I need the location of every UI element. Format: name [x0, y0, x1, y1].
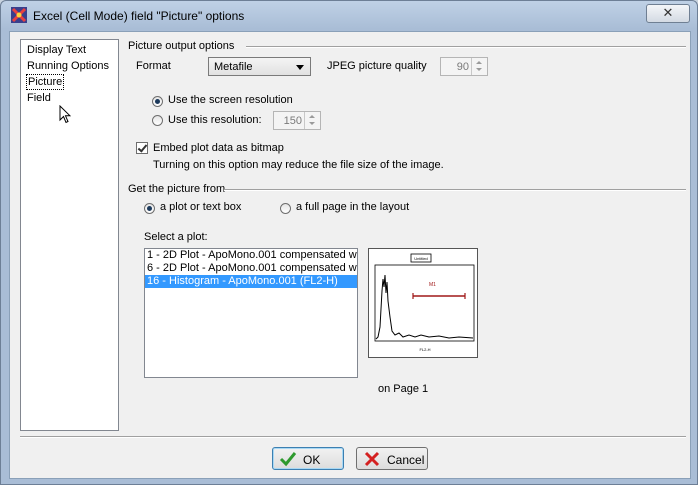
chevron-down-icon [296, 65, 304, 70]
nav-item-running-options[interactable]: Running Options [26, 59, 110, 73]
window-title: Excel (Cell Mode) field "Picture" option… [33, 9, 245, 23]
embed-bitmap-label: Embed plot data as bitmap [153, 142, 284, 154]
screen-resolution-label: Use the screen resolution [168, 94, 293, 106]
list-item[interactable]: 16 - Histogram - ApoMono.001 (FL2-H) [145, 275, 357, 288]
this-resolution-label: Use this resolution: [168, 114, 262, 126]
select-plot-label: Select a plot: [144, 231, 208, 243]
full-page-label: a full page in the layout [296, 201, 410, 213]
cancel-label: Cancel [387, 453, 425, 467]
jpeg-quality-stepper[interactable]: 90 [440, 57, 488, 76]
cancel-button[interactable]: Cancel [356, 447, 428, 470]
resolution-value: 150 [283, 115, 302, 127]
full-page-radio[interactable] [280, 203, 291, 214]
spin-down-icon[interactable] [476, 68, 482, 71]
resolution-stepper[interactable]: 150 [273, 111, 321, 130]
spin-up-icon[interactable] [309, 115, 315, 118]
plot-list[interactable]: 1 - 2D Plot - ApoMono.001 compensated wi… [144, 248, 358, 378]
app-icon [11, 7, 27, 23]
picture-source-group-title: Get the picture from [128, 183, 226, 195]
format-select[interactable]: Metafile [208, 57, 311, 76]
spin-down-icon[interactable] [309, 122, 315, 125]
this-resolution-radio[interactable] [152, 115, 163, 126]
list-item[interactable]: 6 - 2D Plot - ApoMono.001 compensated wi [145, 262, 357, 275]
jpeg-quality-spin-buttons[interactable] [471, 58, 487, 75]
screen-resolution-radio[interactable] [152, 96, 163, 107]
picture-output-group-title: Picture output options [128, 40, 235, 52]
check-icon [279, 452, 297, 467]
plot-or-textbox-radio[interactable] [144, 203, 155, 214]
group-divider [246, 46, 686, 48]
dialog-window: Excel (Cell Mode) field "Picture" option… [0, 0, 698, 485]
embed-bitmap-note: Turning on this option may reduce the fi… [153, 159, 444, 171]
nav-item-picture[interactable]: Picture [26, 74, 65, 90]
preview-plot-frame [374, 264, 475, 342]
page-caption: on Page 1 [378, 383, 429, 395]
gate-label: M1 [429, 282, 436, 288]
close-icon: ✕ [662, 5, 674, 20]
preview-header: Untitled [414, 256, 428, 261]
format-label: Format [136, 60, 171, 72]
footer-divider [20, 436, 686, 438]
resolution-spin-buttons[interactable] [304, 112, 320, 129]
jpeg-quality-value: 90 [456, 61, 469, 73]
mouse-pointer-icon [59, 105, 71, 124]
ok-label: OK [303, 453, 321, 467]
histogram-thumbnail: Untitled M1 FL2-H [374, 253, 475, 352]
embed-bitmap-checkbox[interactable] [136, 142, 148, 154]
preview-x-axis-label: FL2-H [419, 347, 430, 352]
title-bar[interactable]: Excel (Cell Mode) field "Picture" option… [1, 1, 697, 31]
plot-preview: Untitled M1 FL2-H [368, 248, 478, 358]
spin-up-icon[interactable] [476, 61, 482, 64]
nav-item-field[interactable]: Field [26, 91, 52, 105]
ok-button[interactable]: OK [272, 447, 344, 470]
plot-or-textbox-label: a plot or text box [160, 201, 242, 213]
options-nav-list[interactable]: Display Text Running Options Picture Fie… [20, 39, 119, 431]
jpeg-quality-label: JPEG picture quality [327, 60, 427, 72]
dialog-body: Display Text Running Options Picture Fie… [9, 31, 691, 479]
close-button[interactable]: ✕ [646, 4, 690, 23]
list-item[interactable]: 1 - 2D Plot - ApoMono.001 compensated wi [145, 249, 357, 262]
nav-item-display-text[interactable]: Display Text [26, 43, 87, 57]
format-select-value: Metafile [214, 61, 253, 73]
cancel-x-icon [364, 451, 380, 467]
group-divider [224, 189, 686, 191]
